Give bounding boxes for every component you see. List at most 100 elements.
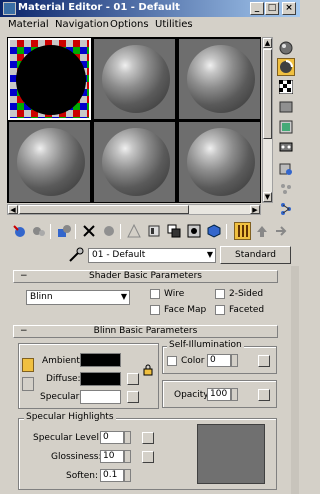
self-illum-map-button[interactable] [258, 355, 270, 367]
sample-slot[interactable] [8, 121, 91, 203]
close-button[interactable]: × [282, 2, 296, 15]
backlight-icon[interactable] [277, 58, 295, 76]
specular-level-map-button[interactable] [142, 432, 154, 444]
material-id-channel-icon[interactable] [185, 222, 202, 240]
diffuse-label: Diffuse: [46, 374, 81, 384]
menu-bar: Material Navigation Options Utilities [0, 17, 300, 33]
window-title: Material Editor - 01 - Default [18, 2, 180, 13]
soften-spinner[interactable]: 0.1 [100, 469, 124, 482]
sample-sphere [16, 45, 86, 115]
lock-ambient-diffuse-icon[interactable] [22, 358, 34, 372]
self-illumination-title: Self-Illumination [167, 340, 244, 350]
face-map-checkbox[interactable] [150, 305, 160, 315]
collapse-icon: − [20, 326, 28, 336]
specular-level-spinner-arrows[interactable] [124, 431, 131, 444]
show-end-result-icon[interactable] [234, 222, 251, 240]
scroll-left-icon[interactable]: ◀ [8, 205, 18, 214]
select-by-material-icon[interactable] [277, 180, 295, 198]
menu-options[interactable]: Options [110, 19, 149, 30]
scroll-thumb[interactable] [19, 205, 189, 214]
slots-vertical-scrollbar[interactable]: ▲ ▼ [262, 37, 273, 203]
rollout-title: Shader Basic Parameters [89, 271, 202, 281]
sample-slot[interactable] [93, 38, 176, 120]
material-map-navigator-icon[interactable] [277, 200, 295, 218]
menu-material[interactable]: Material [8, 19, 49, 30]
material-name-value: 01 - Default [92, 250, 146, 260]
options-icon[interactable] [277, 160, 295, 178]
app-icon [3, 2, 16, 15]
collapse-icon: − [20, 271, 28, 281]
opacity-spinner[interactable]: 100 [207, 388, 231, 401]
put-to-scene-icon[interactable] [30, 222, 47, 240]
face-map-label: Face Map [164, 305, 207, 315]
self-illum-color-checkbox[interactable] [167, 356, 177, 366]
chevron-down-icon: ▼ [120, 292, 127, 301]
menu-navigation[interactable]: Navigation [55, 19, 109, 30]
specular-map-button[interactable] [127, 391, 139, 403]
sample-slot-active[interactable] [8, 38, 91, 120]
sample-slots [7, 37, 261, 203]
soften-spinner-arrows[interactable] [124, 469, 131, 482]
two-sided-checkbox[interactable] [215, 289, 225, 299]
scroll-down-icon[interactable]: ▼ [263, 192, 272, 202]
go-forward-to-sibling-icon[interactable] [272, 222, 289, 240]
ambient-color-swatch[interactable] [80, 353, 121, 367]
sample-slot[interactable] [93, 121, 176, 203]
opacity-spinner-arrows[interactable] [231, 388, 238, 401]
sample-sphere [187, 128, 255, 196]
sample-sphere [102, 45, 170, 113]
two-sided-label: 2-Sided [229, 289, 264, 299]
self-illum-spinner-arrows[interactable] [231, 354, 238, 367]
self-illum-spinner[interactable]: 0 [207, 354, 231, 367]
slots-horizontal-scrollbar[interactable]: ◀ ▶ [7, 204, 261, 215]
maximize-button[interactable]: □ [265, 2, 279, 15]
menu-utilities[interactable]: Utilities [155, 19, 193, 30]
shader-type-dropdown[interactable]: Blinn ▼ [26, 290, 130, 305]
wire-label: Wire [164, 289, 185, 299]
copy-material-icon[interactable] [165, 222, 182, 240]
video-color-check-icon[interactable] [277, 118, 295, 136]
opacity-map-button[interactable] [258, 389, 270, 401]
scroll-up-icon[interactable]: ▲ [263, 38, 272, 48]
diffuse-map-button[interactable] [127, 373, 139, 385]
sample-slot[interactable] [178, 38, 261, 120]
assign-to-selection-icon[interactable] [55, 222, 72, 240]
sample-uv-tiling-icon[interactable] [277, 98, 295, 116]
specular-highlights-title: Specular Highlights [24, 412, 116, 422]
lock-diffuse-specular-icon[interactable] [22, 377, 34, 391]
material-name-dropdown[interactable]: 01 - Default ▼ [88, 248, 216, 263]
faceted-checkbox[interactable] [215, 305, 225, 315]
parameters-scrollbar[interactable] [291, 266, 299, 494]
specular-level-spinner[interactable]: 0 [100, 431, 124, 444]
background-checker-icon[interactable] [277, 78, 295, 96]
show-map-in-viewport-icon[interactable] [205, 222, 222, 240]
get-material-icon[interactable] [10, 222, 27, 240]
rollout-title: Blinn Basic Parameters [93, 326, 198, 336]
material-type-button[interactable]: Standard [220, 246, 291, 264]
go-to-parent-icon[interactable] [253, 222, 270, 240]
material-effects-channel-icon[interactable] [145, 222, 162, 240]
glossiness-spinner[interactable]: 10 [100, 450, 124, 463]
wire-checkbox[interactable] [150, 289, 160, 299]
reset-map-icon[interactable] [80, 222, 97, 240]
scroll-right-icon[interactable]: ▶ [250, 205, 260, 214]
make-unique-icon[interactable] [100, 222, 117, 240]
blinn-basic-rollout-header[interactable]: − Blinn Basic Parameters [13, 325, 278, 338]
specular-color-swatch[interactable] [80, 390, 121, 404]
pick-material-icon[interactable] [68, 247, 84, 263]
make-preview-icon[interactable] [277, 138, 295, 156]
lock-icon[interactable] [142, 364, 154, 376]
shader-basic-rollout-header[interactable]: − Shader Basic Parameters [13, 270, 278, 283]
faceted-label: Faceted [229, 305, 265, 315]
sample-slot[interactable] [178, 121, 261, 203]
put-to-library-icon[interactable] [125, 222, 142, 240]
scroll-thumb[interactable] [263, 49, 272, 139]
soften-label: Soften: [66, 471, 99, 481]
sample-type-sphere-icon[interactable] [277, 39, 295, 57]
minimize-button[interactable]: _ [250, 2, 264, 15]
specular-label: Specular: [40, 392, 83, 402]
diffuse-color-swatch[interactable] [80, 372, 121, 386]
title-bar: Material Editor - 01 - Default _ □ × [0, 0, 300, 17]
glossiness-spinner-arrows[interactable] [124, 450, 131, 463]
glossiness-map-button[interactable] [142, 451, 154, 463]
